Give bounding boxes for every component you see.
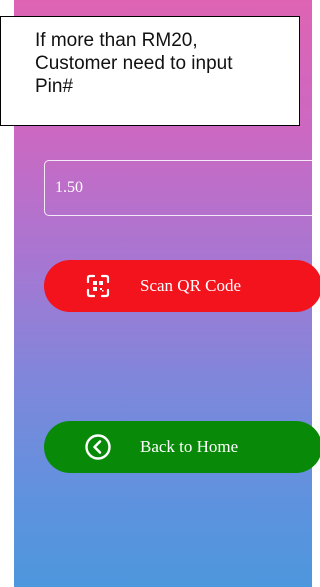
scan-qr-button[interactable]: Scan QR Code xyxy=(44,260,320,312)
annotation-note: If more than RM20, Customer need to inpu… xyxy=(0,16,300,126)
note-line-3: Pin# xyxy=(35,76,74,97)
note-line-1: If more than RM20, xyxy=(35,30,198,51)
note-line-2: Customer need to input xyxy=(35,53,233,74)
back-to-home-label: Back to Home xyxy=(140,437,239,456)
back-to-home-button[interactable]: Back to Home xyxy=(44,421,320,473)
qr-scan-icon xyxy=(84,272,112,300)
amount-input[interactable] xyxy=(44,160,320,216)
scan-qr-label: Scan QR Code xyxy=(140,276,242,295)
back-circle-icon xyxy=(84,433,112,461)
